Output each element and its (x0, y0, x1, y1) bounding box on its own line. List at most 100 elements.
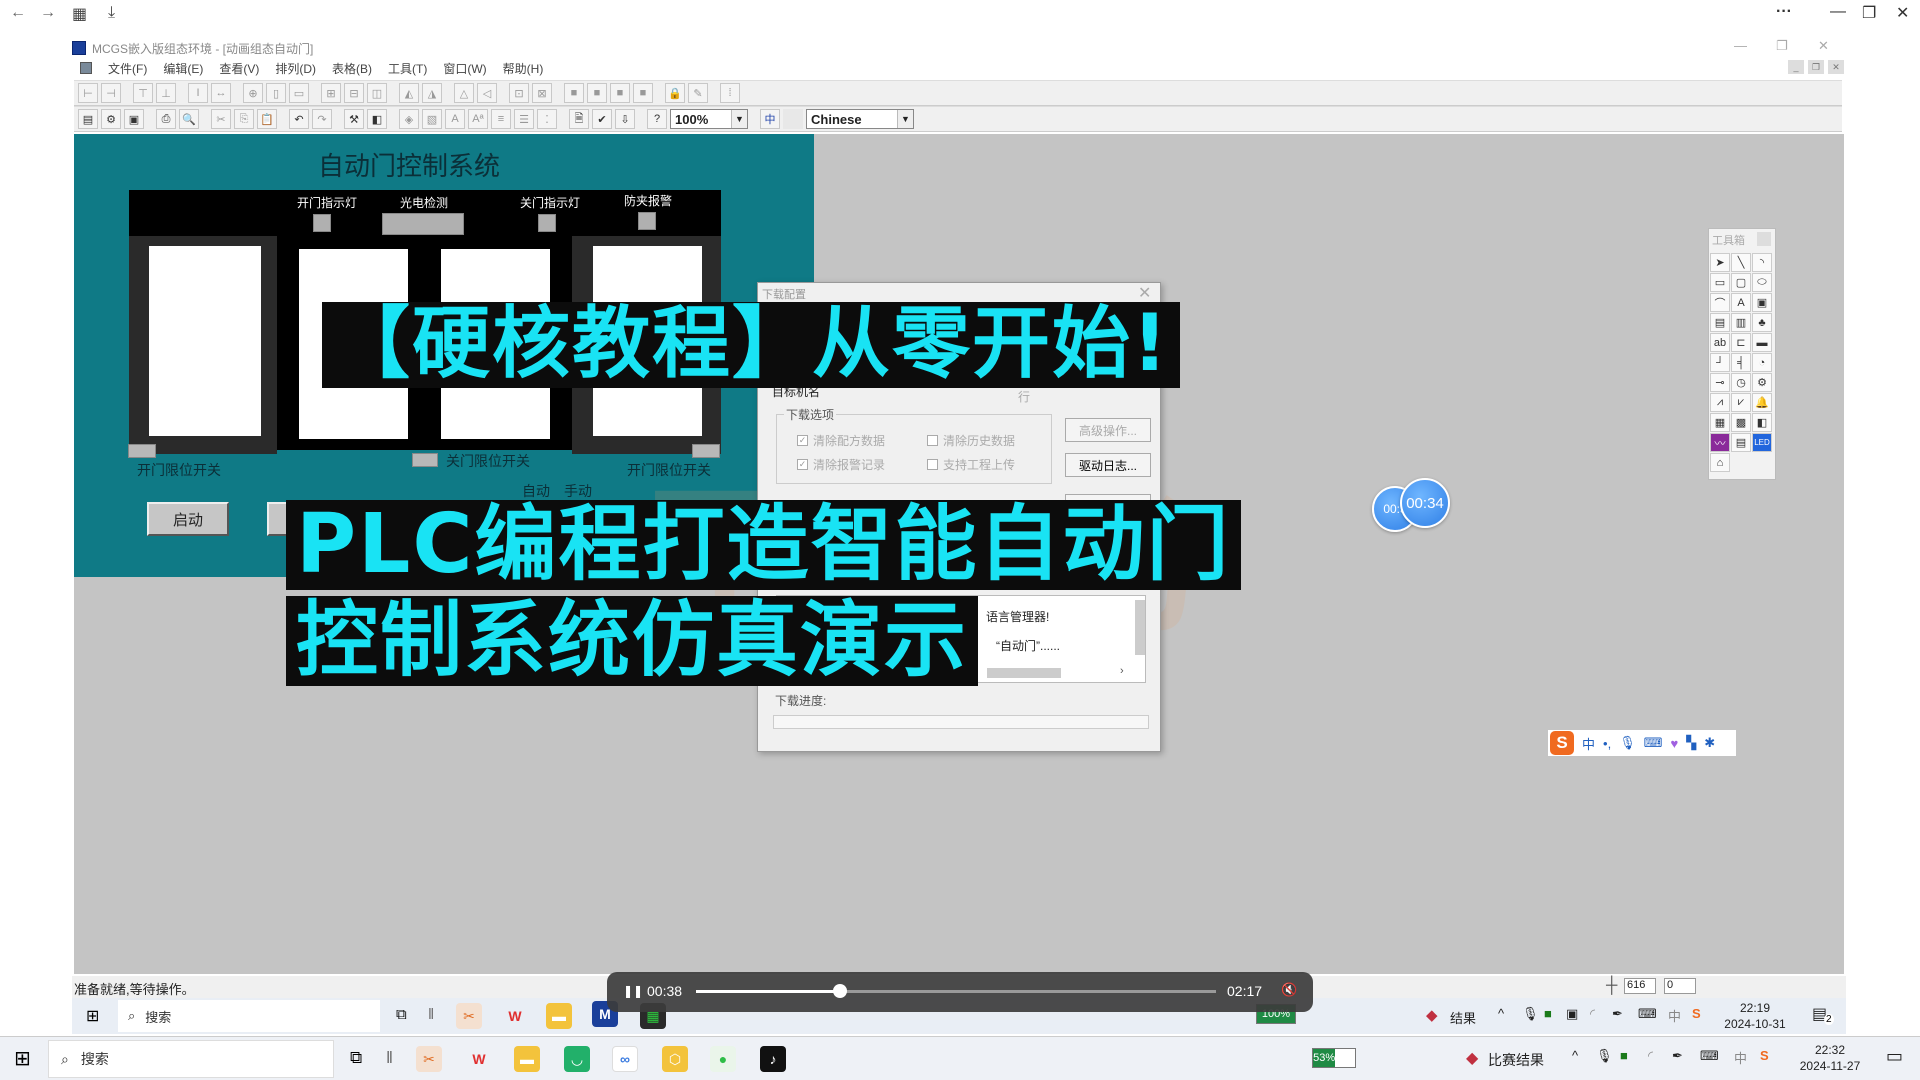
nba-icon[interactable]: ◆ (1466, 1048, 1478, 1068)
widgets-icon[interactable]: ‖ (386, 1048, 393, 1068)
settings-icon[interactable]: ✱ (1704, 735, 1715, 751)
redo-icon[interactable]: ↷ (312, 109, 332, 129)
tool-table-icon[interactable]: ▦ (1710, 413, 1730, 432)
backward-one-icon[interactable]: ■ (633, 83, 653, 103)
baidu-netdisk-icon[interactable]: ∞ (612, 1046, 638, 1072)
battery-indicator[interactable]: 53% (1312, 1048, 1356, 1068)
line-width-icon[interactable]: ☰ (514, 109, 534, 129)
tool-arc-icon[interactable]: ◝ (1752, 253, 1772, 272)
advanced-button[interactable]: 高级操作... (1065, 418, 1151, 442)
start-button[interactable]: 启动 (147, 502, 229, 536)
mic-icon[interactable]: 🎙 (1522, 1006, 1539, 1022)
widgets-icon[interactable]: ‖ (428, 1006, 434, 1023)
tool-rectangle-icon[interactable]: ▭ (1710, 273, 1730, 292)
project-icon[interactable]: ⚙ (101, 109, 121, 129)
save-icon[interactable]: ▣ (124, 109, 144, 129)
sogou-tray-icon[interactable]: S (1760, 1048, 1769, 1063)
print-preview-icon[interactable]: 🔍 (179, 109, 199, 129)
log-vertical-scrollbar[interactable] (1135, 600, 1145, 655)
forward-one-icon[interactable]: ■ (610, 83, 630, 103)
back-icon[interactable]: ← (10, 4, 26, 22)
seek-bar[interactable] (696, 990, 1216, 993)
language-icon[interactable]: 中 (760, 109, 780, 129)
new-window-icon[interactable]: ▤ (78, 109, 98, 129)
grid-icon[interactable]: ⁞ (720, 83, 740, 103)
news-text[interactable]: 比赛结果 (1488, 1050, 1544, 1070)
rotate-right-icon[interactable]: ◮ (422, 83, 442, 103)
timer-widget-front[interactable]: 00:34 (1400, 478, 1450, 528)
left-open-limit-switch[interactable] (128, 444, 156, 458)
tool-store-icon[interactable]: ◧ (1752, 413, 1772, 432)
more-icon[interactable]: ··· (1776, 3, 1792, 21)
sogou-logo-icon[interactable]: S (1550, 731, 1574, 755)
wifi-icon[interactable]: ◜ (1648, 1048, 1653, 1064)
hcenter-icon[interactable]: ▭ (289, 83, 309, 103)
app-close-icon[interactable]: ✕ (1818, 38, 1829, 54)
blank-button[interactable] (783, 109, 803, 129)
undo-icon[interactable]: ↶ (289, 109, 309, 129)
notification-center-icon[interactable]: ▭ (1886, 1046, 1903, 1067)
tool-pipe-bend-icon[interactable]: ╡ (1731, 353, 1751, 372)
mdi-close-icon[interactable]: ✕ (1828, 60, 1844, 74)
font-icon[interactable]: Aª (468, 109, 488, 129)
ungroup-icon[interactable]: ⊠ (532, 83, 552, 103)
cut-icon[interactable]: ✂ (211, 109, 231, 129)
download-config-icon[interactable]: ⇩ (615, 109, 635, 129)
tool-slider-icon[interactable]: ⊏ (1731, 333, 1751, 352)
tool-input-box-icon[interactable]: ab (1710, 333, 1730, 352)
menu-edit[interactable]: 编辑(E) (163, 60, 203, 77)
menu-window[interactable]: 窗口(W) (443, 60, 486, 77)
menu-file[interactable]: 文件(F) (108, 60, 147, 77)
douyin-icon[interactable]: ♪ (760, 1046, 786, 1072)
tool-pipe-icon[interactable]: ┘ (1710, 353, 1730, 372)
menu-tools[interactable]: 工具(T) (388, 60, 427, 77)
close-icon[interactable]: ✕ (1896, 3, 1909, 23)
wps-app-icon[interactable]: W (502, 1003, 528, 1029)
restore-icon[interactable]: ❐ (1862, 3, 1876, 23)
snipping-app-icon[interactable]: ✂ (456, 1003, 482, 1029)
close-limit-switch[interactable] (412, 453, 438, 467)
task-view-icon[interactable]: ⧉ (350, 1048, 362, 1068)
tool-alarm-bar-icon[interactable]: ▬ (1752, 333, 1772, 352)
align-right-icon[interactable]: ⊣ (101, 83, 121, 103)
tool-led-icon[interactable]: LED (1752, 433, 1772, 452)
store-app-icon[interactable]: ◡ (564, 1046, 590, 1072)
flip-h-icon[interactable]: △ (454, 83, 474, 103)
pen-icon[interactable]: ✒ (1672, 1048, 1683, 1064)
ime-tray-icon[interactable]: 中 (1668, 1006, 1681, 1025)
open-indicator-lamp[interactable] (313, 214, 331, 232)
screen-record-icon[interactable]: ▣ (1566, 1006, 1578, 1022)
toolbox-toggle-icon[interactable]: ◧ (367, 109, 387, 129)
anti-pinch-alarm-lamp[interactable] (638, 212, 656, 230)
close-indicator-lamp[interactable] (538, 214, 556, 232)
tool-trend-icon[interactable]: ⩘ (1710, 393, 1730, 412)
help-pointer-icon[interactable]: ? (647, 109, 667, 129)
inner-search-box[interactable]: ⌕ 搜索 (118, 1000, 380, 1032)
tool-alarm-display-icon[interactable]: ⌂ (1710, 453, 1730, 472)
keyboard-icon[interactable]: ⌨ (1644, 735, 1663, 751)
align-left-icon[interactable]: ⊢ (78, 83, 98, 103)
canvas-center-icon[interactable]: ⊞ (321, 83, 341, 103)
tool-rotate-icon[interactable]: ◔ (1752, 353, 1772, 372)
nvidia-icon[interactable]: ■ (1620, 1048, 1628, 1063)
tool-rounded-rect-icon[interactable]: ▢ (1731, 273, 1751, 292)
tool-history-trend-icon[interactable]: ⩗ (1731, 393, 1751, 412)
app-minimize-icon[interactable]: — (1734, 38, 1747, 53)
tool-pointer-icon[interactable]: ➤ (1710, 253, 1730, 272)
align-top-icon[interactable]: ⊤ (133, 83, 153, 103)
tools-icon[interactable]: ⚒ (344, 109, 364, 129)
fill-color-icon[interactable]: ◈ (399, 109, 419, 129)
pen-icon[interactable]: ✒ (1612, 1006, 1623, 1022)
minimize-icon[interactable]: — (1830, 3, 1846, 21)
toolbox-close-button[interactable] (1757, 232, 1771, 246)
tool-text-icon[interactable]: A (1731, 293, 1751, 312)
document-icon[interactable] (80, 62, 92, 74)
clock[interactable]: 22:32 2024-11-27 (1792, 1042, 1868, 1074)
check-icon[interactable]: ✔ (592, 109, 612, 129)
menu-view[interactable]: 查看(V) (219, 60, 259, 77)
checkbox-clear-recipe[interactable]: ✓ 清除配方数据 (797, 432, 885, 449)
app-restore-icon[interactable]: ❐ (1776, 38, 1788, 54)
grid-toggle-icon[interactable]: ⁚ (537, 109, 557, 129)
tool-ellipse-icon[interactable]: ⬭ (1752, 273, 1772, 292)
bring-front-icon[interactable]: ■ (564, 83, 584, 103)
